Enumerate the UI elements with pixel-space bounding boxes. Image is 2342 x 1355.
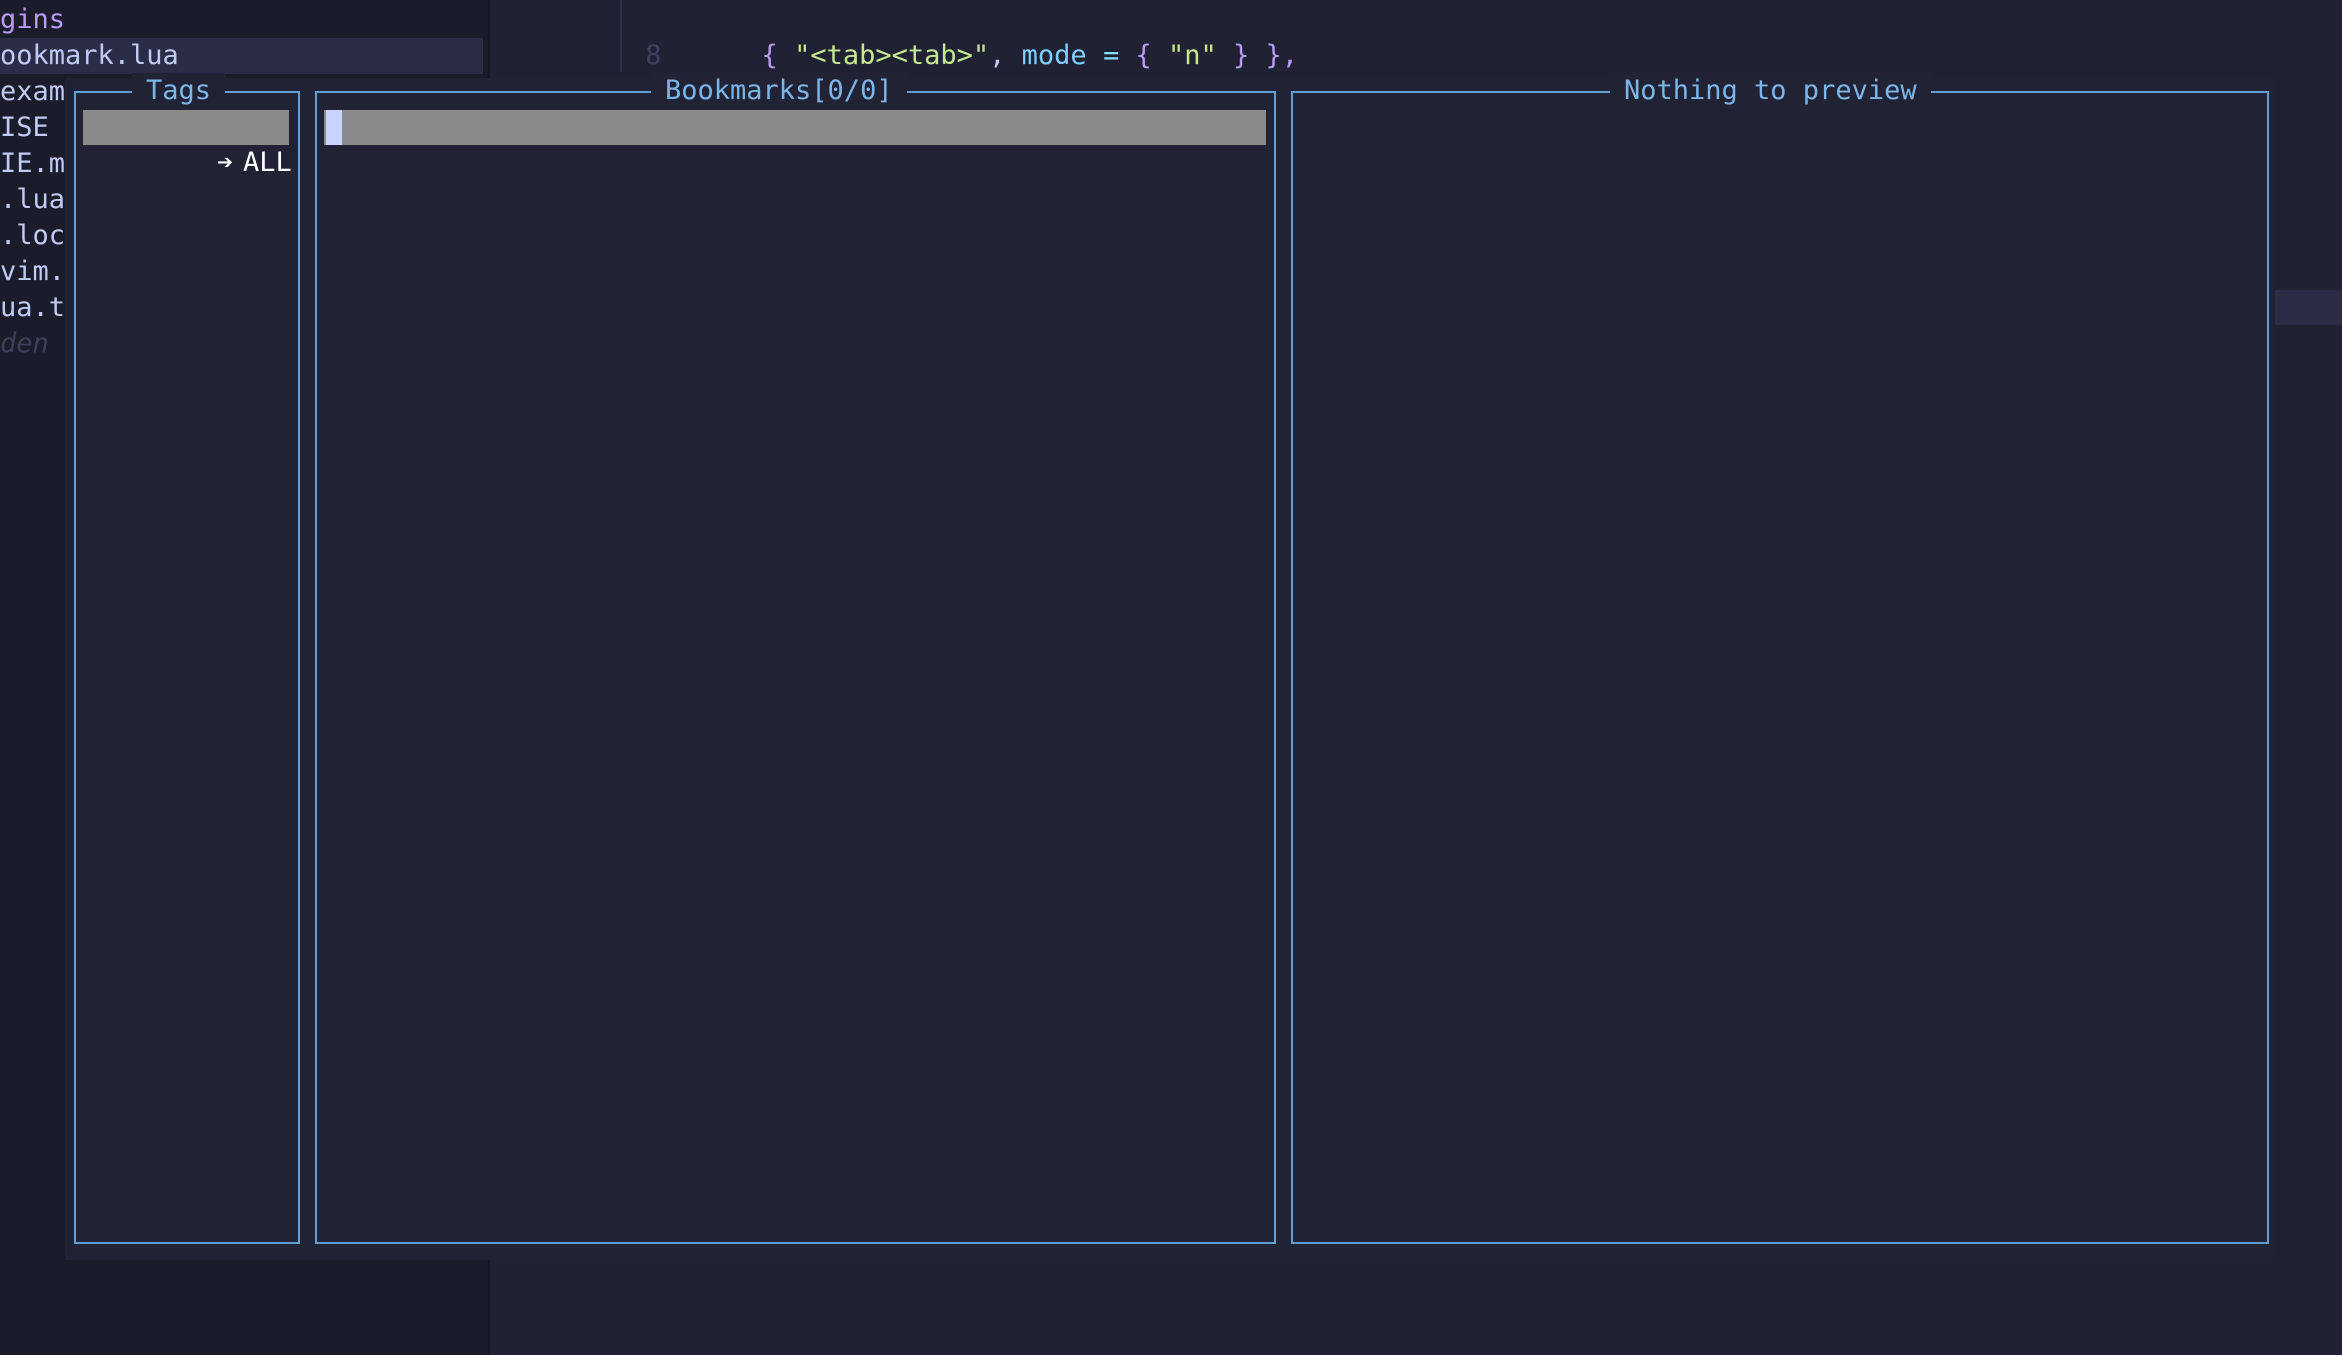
sidebar-item-bookmark-lua[interactable]: ookmark.lua — [0, 38, 483, 74]
code-token: { — [1135, 40, 1168, 71]
nvim-window: gins ookmark.lua examp ISE IE.md .lua .l… — [0, 0, 2342, 1355]
code-token: "<tab><tab>" — [794, 40, 990, 71]
preview-panel: Nothing to preview — [1291, 73, 2269, 1244]
code-token: } }, — [1216, 40, 1299, 71]
tags-panel: Tags ➔ ALL — [74, 73, 300, 1244]
bookmarks-panel-title: Bookmarks[0/0] — [651, 73, 907, 109]
code-token: { — [761, 40, 795, 71]
tags-panel-title: Tags — [132, 73, 226, 109]
bookmark-prompt-row[interactable] — [324, 110, 1266, 145]
code-line-7[interactable]: 7}, — [490, 38, 762, 107]
bookmark-picker-float: Tags ➔ ALL Bookmarks[0/0] Nothing to prev… — [65, 73, 2275, 1260]
code-token: mode — [1021, 40, 1087, 71]
bookmarks-panel: Bookmarks[0/0] — [315, 73, 1276, 1244]
sidebar-item-license[interactable]: ISE — [0, 110, 49, 146]
arrow-right-icon: ➔ — [217, 147, 234, 178]
sidebar-item-lua-file[interactable]: .lua — [0, 182, 65, 218]
text-cursor — [326, 110, 342, 145]
preview-panel-title: Nothing to preview — [1610, 73, 1931, 109]
scrollbar-thumb[interactable] — [2275, 290, 2342, 325]
code-token: = — [1086, 40, 1136, 71]
code-token: "n" — [1167, 40, 1217, 71]
code-line-8[interactable]: 8{ "<tab><tab>", mode = { "n" } }, — [490, 2, 1298, 71]
code-token: , — [989, 40, 1022, 71]
sidebar-item-plugins-folder[interactable]: gins — [0, 2, 65, 38]
tag-item-all[interactable]: ➔ ALL — [83, 110, 292, 178]
tag-item-label: ALL — [243, 147, 292, 178]
